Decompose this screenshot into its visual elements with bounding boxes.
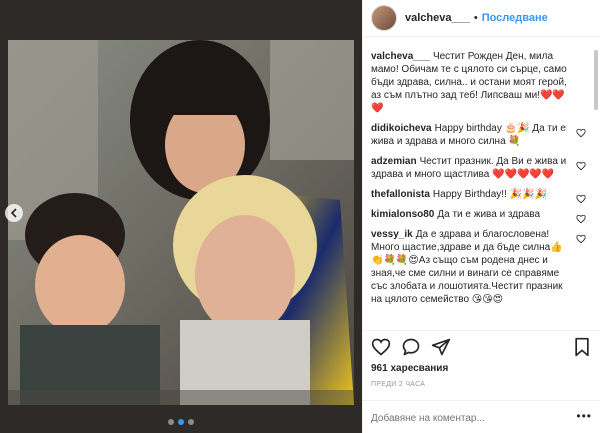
post-side-panel: valcheva___ • Последване valcheva___ Чест… (362, 0, 600, 433)
comment-item: adzemian Честит празник. Да Ви е жива и з… (371, 155, 592, 181)
comment-username[interactable]: vessy_ik (371, 229, 413, 240)
comments-list: valcheva___ Честит Рожден Ден, мила мамо!… (363, 50, 600, 328)
heart-icon[interactable] (576, 161, 586, 171)
divider (363, 400, 600, 401)
comment-text: Happy Birthday!! 🎉🎉🎉 (432, 189, 547, 200)
more-options-icon[interactable]: ••• (576, 409, 592, 423)
family-photo-image (0, 0, 362, 433)
chevron-left-icon (10, 208, 17, 218)
add-comment-input[interactable] (371, 409, 592, 427)
comment-item: didikoicheva Happy birthday 🎂🎉 Да ти е жи… (371, 122, 592, 148)
post-timestamp[interactable]: ПРЕДИ 2 ЧАСА (371, 381, 425, 388)
heart-icon[interactable] (576, 234, 586, 244)
heart-icon[interactable] (576, 128, 586, 138)
follow-button[interactable]: Последване (482, 12, 548, 24)
comment-bubble-icon[interactable] (401, 337, 421, 357)
comment-text: Да е здрава и благословена! Много щастие… (371, 229, 563, 305)
comment-username[interactable]: thefallonista (371, 189, 430, 200)
post-photo[interactable] (0, 0, 362, 433)
comment-username[interactable]: kimialonso80 (371, 209, 434, 220)
carousel-dot-active (178, 419, 184, 425)
previous-photo-button[interactable] (5, 204, 23, 222)
heart-icon[interactable] (576, 194, 586, 204)
carousel-dot (188, 419, 194, 425)
heart-icon[interactable] (576, 214, 586, 224)
comments-scrollbar[interactable] (594, 50, 598, 328)
comment-username[interactable]: didikoicheva (371, 123, 432, 134)
post-header: valcheva___ • Последване (363, 0, 600, 37)
comment-username[interactable]: valcheva___ (371, 51, 430, 62)
comment-username[interactable]: adzemian (371, 156, 417, 167)
carousel-dot (168, 419, 174, 425)
comment-item: vessy_ik Да е здрава и благословена! Мног… (371, 228, 592, 306)
comment-item: thefallonista Happy Birthday!! 🎉🎉🎉 (371, 188, 592, 204)
scrollbar-thumb[interactable] (594, 50, 598, 110)
like-heart-icon[interactable] (371, 337, 391, 357)
comment-text: Да ти е жива и здрава (437, 209, 541, 220)
share-paper-plane-icon[interactable] (431, 337, 451, 357)
likes-count[interactable]: 961 харесвания (371, 363, 448, 374)
divider (363, 330, 600, 331)
post-username[interactable]: valcheva___ (405, 12, 470, 24)
header-separator: • (473, 12, 478, 24)
caption-comment: valcheva___ Честит Рожден Ден, мила мамо!… (371, 50, 592, 115)
avatar[interactable] (371, 5, 397, 31)
comment-item: kimialonso80 Да ти е жива и здрава (371, 208, 592, 224)
post-actions (371, 335, 592, 359)
carousel-indicator (0, 419, 362, 425)
save-bookmark-icon[interactable] (572, 337, 592, 357)
